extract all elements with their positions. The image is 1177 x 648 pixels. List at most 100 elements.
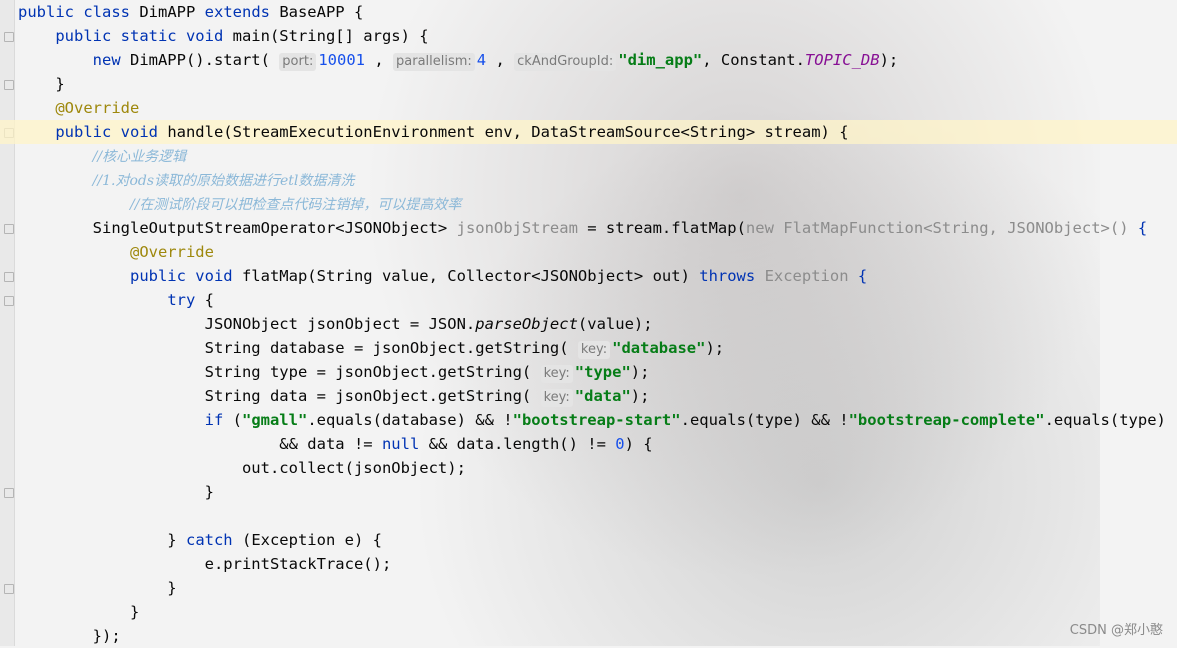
code-token: 10001: [318, 51, 365, 69]
fold-marker-icon[interactable]: [4, 32, 14, 42]
code-token: 0: [615, 435, 625, 453]
code-line[interactable]: SingleOutputStreamOperator<JSONObject> j…: [18, 216, 1148, 240]
code-token: );: [630, 363, 650, 381]
code-token: JSONObject jsonObject = JSON.: [18, 315, 476, 333]
code-token: });: [18, 627, 121, 645]
code-token: BaseAPP {: [279, 3, 364, 21]
code-line[interactable]: public void handle(StreamExecutionEnviro…: [0, 120, 1177, 144]
code-line[interactable]: JSONObject jsonObject = JSON.parseObject…: [18, 312, 653, 336]
code-line[interactable]: public class DimAPP extends BaseAPP {: [18, 0, 363, 24]
code-line[interactable]: out.collect(jsonObject);: [18, 456, 466, 480]
parameter-hint: key:: [577, 341, 611, 359]
code-token: "type": [574, 363, 631, 381]
fold-marker-icon[interactable]: [4, 80, 14, 90]
code-line[interactable]: public static void main(String[] args) {: [18, 24, 429, 48]
code-token: public void: [55, 123, 168, 141]
code-token: }: [18, 483, 214, 501]
parameter-hint: key:: [540, 365, 573, 383]
code-line[interactable]: //核心业务逻辑: [18, 144, 186, 168]
code-token: {: [857, 267, 868, 285]
code-token: DimAPP: [139, 3, 205, 21]
code-token: throws: [699, 267, 765, 285]
code-line[interactable]: String data = jsonObject.getString( key:…: [18, 384, 649, 408]
fold-marker-icon[interactable]: [4, 272, 14, 282]
code-line[interactable]: });: [18, 624, 121, 648]
code-line[interactable]: }: [18, 72, 65, 96]
code-token: catch: [185, 531, 242, 549]
code-line[interactable]: String database = jsonObject.getString( …: [18, 336, 724, 360]
code-token: (Exception e) {: [241, 531, 382, 549]
code-token: "dim_app": [618, 51, 703, 69]
fold-marker-icon[interactable]: [4, 584, 14, 594]
code-token: .equals(database) && !: [307, 411, 513, 429]
code-token: );: [630, 387, 650, 405]
code-token: main(String[] args) {: [232, 27, 429, 45]
code-token: && data.length() !=: [428, 435, 616, 453]
code-line[interactable]: String type = jsonObject.getString( key:…: [18, 360, 649, 384]
code-token: "database": [612, 339, 706, 357]
code-line[interactable]: //1.对ods读取的原始数据进行etl数据清洗: [18, 168, 355, 192]
code-token: "bootstreap-complete": [848, 411, 1045, 429]
code-line[interactable]: } catch (Exception e) {: [18, 528, 382, 552]
code-token: public static void: [55, 27, 233, 45]
code-line[interactable]: }: [18, 480, 214, 504]
code-token: Exception: [764, 267, 858, 285]
code-line[interactable]: e.printStackTrace();: [18, 552, 392, 576]
code-token: parseObject: [475, 315, 578, 333]
code-line[interactable]: public void flatMap(String value, Collec…: [18, 264, 867, 288]
code-token: out.collect(jsonObject);: [18, 459, 466, 477]
code-token: (value);: [577, 315, 653, 333]
parameter-hint: port:: [279, 53, 317, 71]
code-token: }: [18, 603, 140, 621]
code-line[interactable]: new DimAPP().start( port: 10001 , paralle…: [18, 48, 898, 72]
parameter-hint: ckAndGroupId:: [514, 53, 617, 71]
code-line[interactable]: }: [18, 600, 139, 624]
code-token: try: [167, 291, 205, 309]
code-token: , Constant.: [702, 51, 805, 69]
code-token: ) {: [624, 435, 653, 453]
code-token: "gmall": [241, 411, 308, 429]
fold-marker-icon[interactable]: [4, 296, 14, 306]
code-line[interactable]: if ("gmall".equals(database) && !"bootst…: [18, 408, 1166, 432]
code-line[interactable]: }: [18, 576, 176, 600]
code-line[interactable]: && data != null && data.length() != 0) {: [18, 432, 653, 456]
code-token: TOPIC_DB: [804, 51, 880, 69]
code-token: {: [204, 291, 214, 309]
code-token: ,: [486, 51, 515, 69]
code-token: String data = jsonObject.getString(: [18, 387, 541, 405]
code-token: @Override: [129, 243, 214, 261]
code-token: }: [18, 531, 186, 549]
code-line[interactable]: @Override: [18, 96, 139, 120]
code-token: }: [18, 75, 65, 93]
code-token: (: [232, 411, 242, 429]
code-token: String database = jsonObject.getString(: [18, 339, 578, 357]
code-token: {: [1137, 219, 1148, 237]
code-line[interactable]: @Override: [18, 240, 214, 264]
code-line[interactable]: //在测试阶段可以把检查点代码注销掉，可以提高效率: [18, 192, 461, 216]
code-token: 4: [476, 51, 487, 69]
code-token: ,: [365, 51, 393, 69]
fold-marker-icon[interactable]: [4, 224, 14, 234]
code-token: //核心业务逻辑: [92, 149, 187, 165]
code-token: );: [705, 339, 725, 357]
code-token: SingleOutputStreamOperator<JSONObject>: [18, 219, 457, 237]
code-token: new FlatMapFunction<String, JSONObject>(…: [745, 219, 1138, 237]
fold-marker-icon[interactable]: [4, 488, 14, 498]
code-token: @Override: [55, 99, 140, 117]
code-line[interactable]: try {: [18, 288, 214, 312]
code-token: jsonObjStream: [456, 219, 578, 237]
code-token: .equals(type): [1044, 411, 1166, 429]
code-token: = stream.flatMap(: [577, 219, 746, 237]
editor-gutter: [0, 0, 15, 646]
code-token: null: [381, 435, 429, 453]
